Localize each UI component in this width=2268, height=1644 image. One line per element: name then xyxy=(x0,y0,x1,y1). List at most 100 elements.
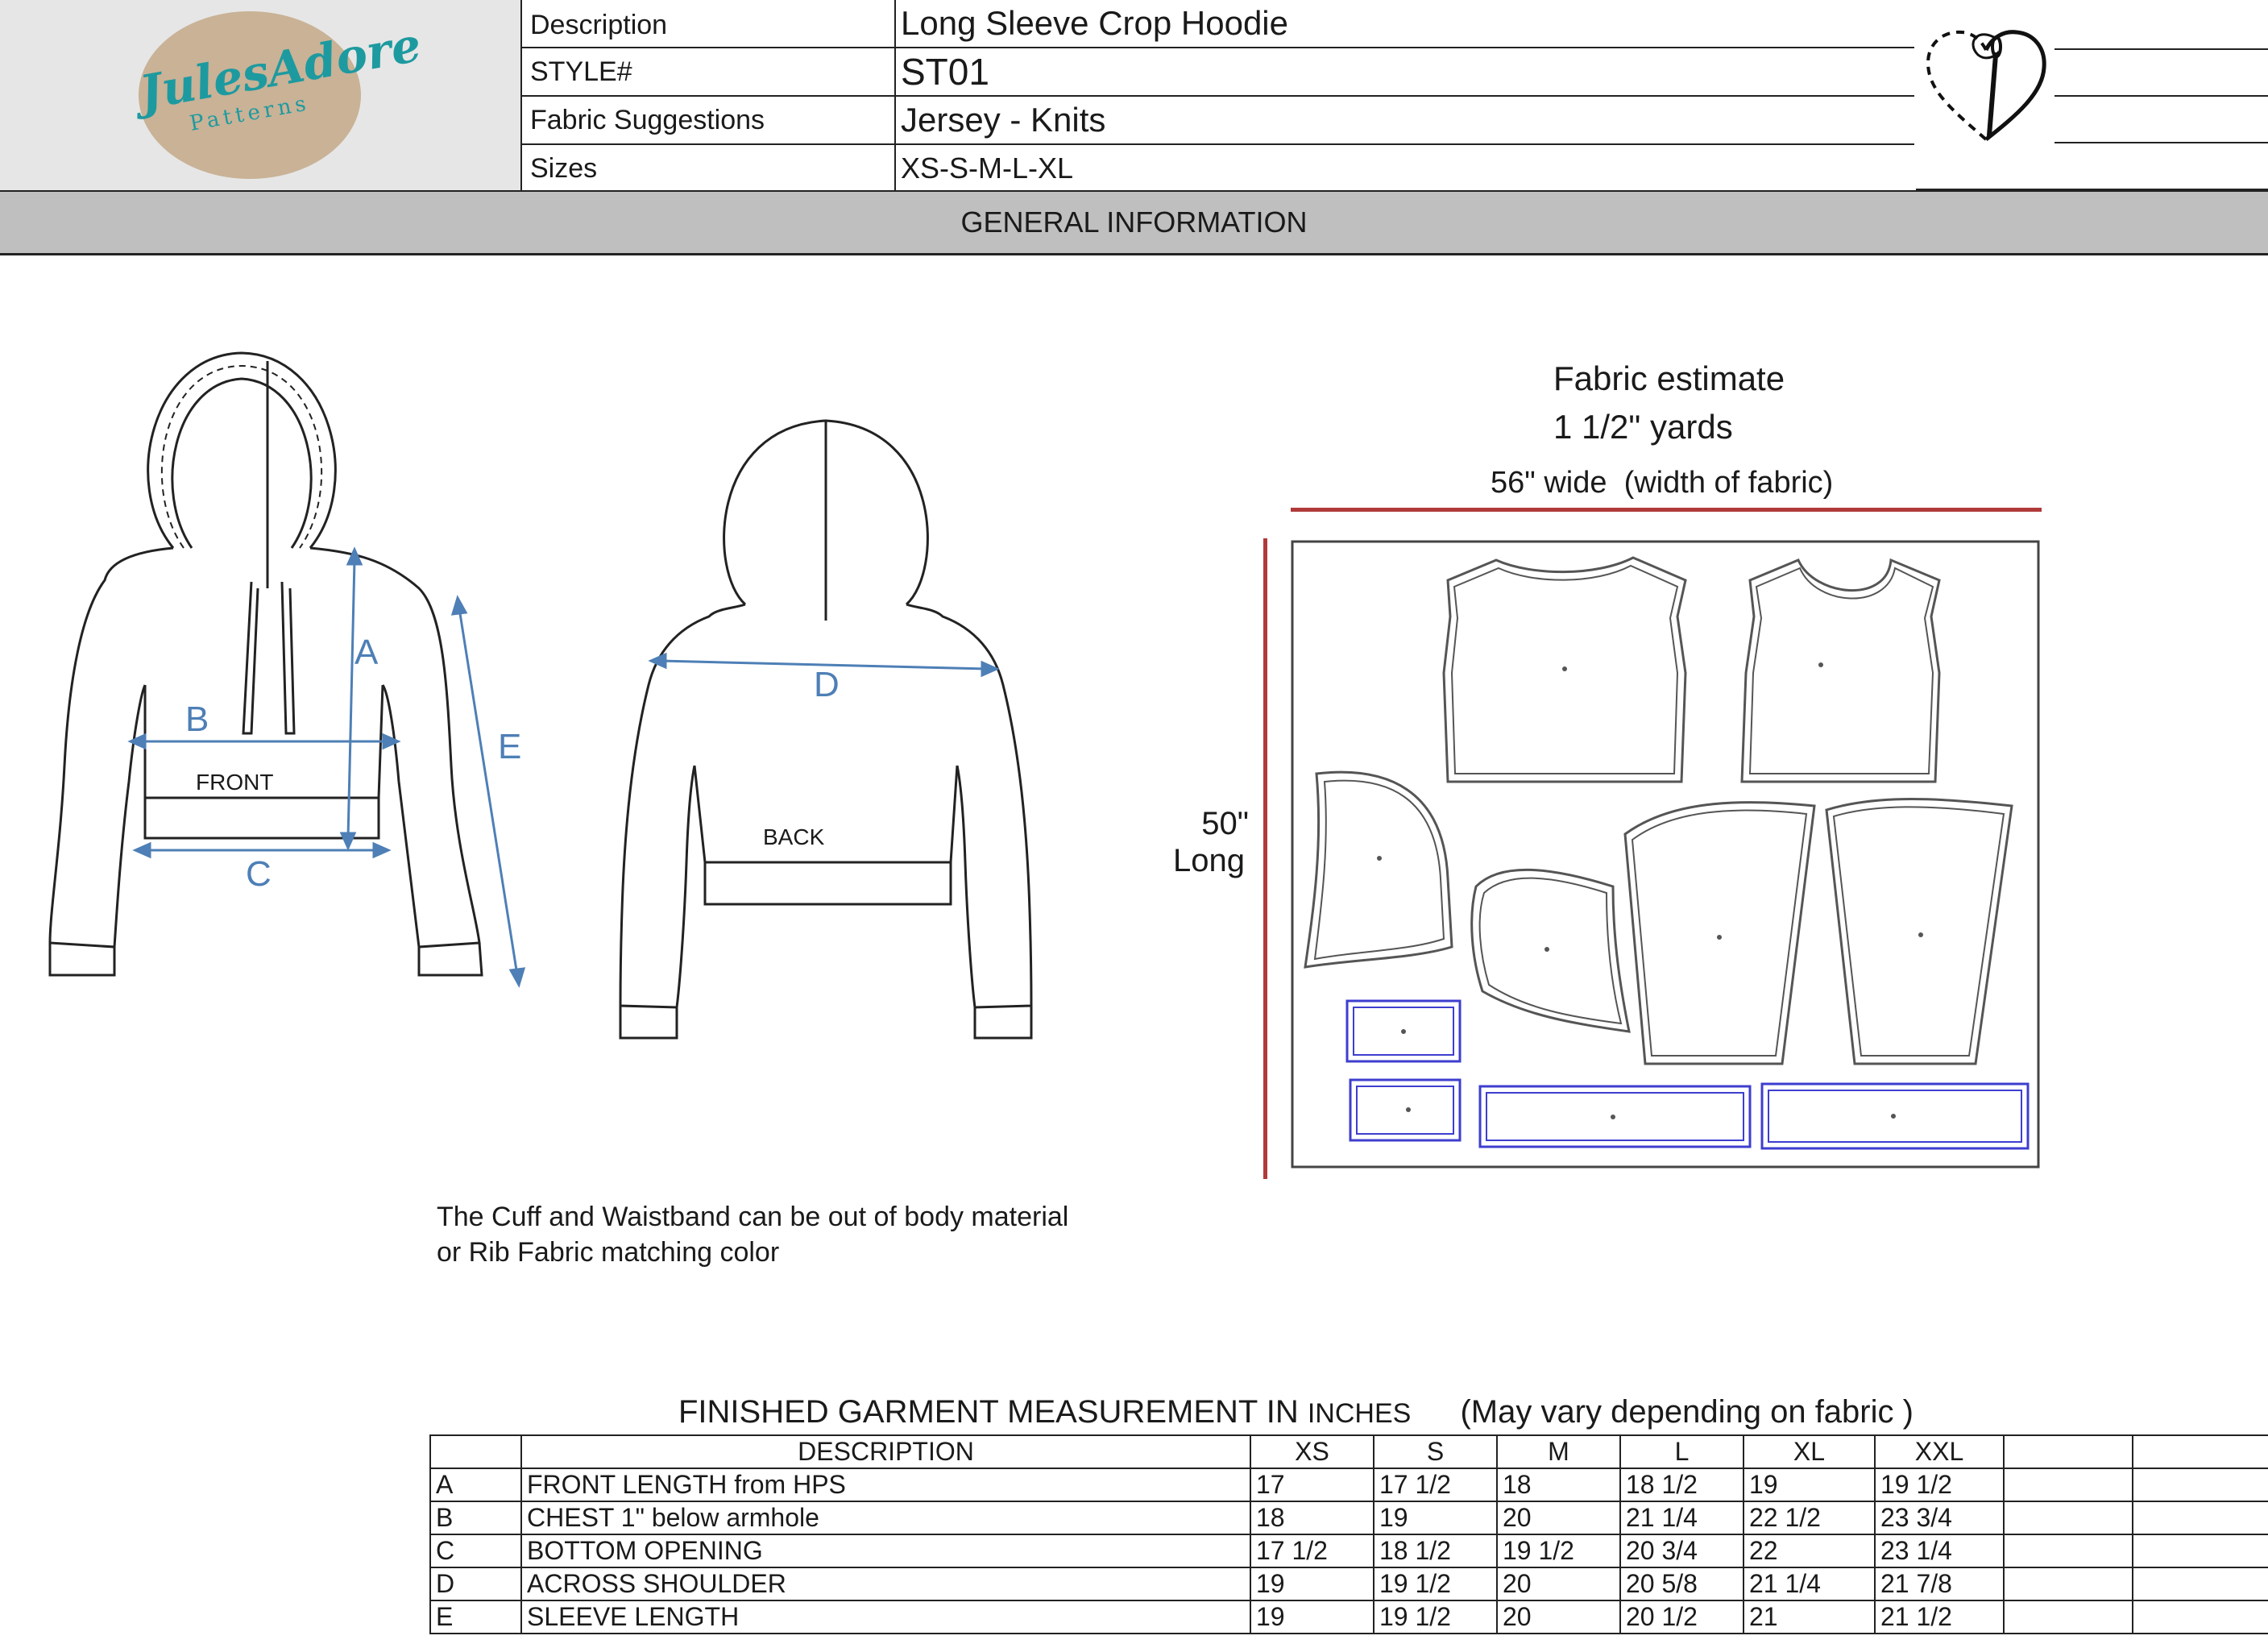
table-cell: 19 xyxy=(1373,1501,1498,1535)
table-cell: 18 1/2 xyxy=(1373,1534,1498,1568)
table-cell xyxy=(2003,1567,2133,1601)
section-title: GENERAL INFORMATION xyxy=(0,190,2268,255)
table-cell: 21 xyxy=(1743,1600,1876,1634)
table-cell: 23 3/4 xyxy=(1874,1501,2005,1535)
header-cell: L xyxy=(1619,1434,1744,1469)
table-cell: E xyxy=(429,1600,522,1634)
brand-logo: JulesAdore Patterns xyxy=(135,11,425,179)
table-cell: 20 xyxy=(1496,1501,1621,1535)
heart-needle-icon xyxy=(1926,30,2046,141)
header-cell: S xyxy=(1373,1434,1498,1469)
callout-a: A xyxy=(355,633,379,672)
table-cell: 20 xyxy=(1496,1600,1621,1634)
table-cell xyxy=(2132,1567,2268,1601)
table-cell xyxy=(2132,1534,2268,1568)
table-cell: 20 1/2 xyxy=(1619,1600,1744,1634)
fabric-width-line xyxy=(1291,508,2042,512)
fabric-length-value: 50" xyxy=(1201,806,1249,841)
fabric-suggestions-value: Jersey - Knits xyxy=(901,101,1106,139)
table-cell xyxy=(2132,1501,2268,1535)
callout-e: E xyxy=(498,727,522,766)
style-value: ST01 xyxy=(901,51,989,93)
note-line-1: The Cuff and Waistband can be out of bod… xyxy=(437,1202,1069,1232)
table-cell: 21 1/4 xyxy=(1743,1567,1876,1601)
table-cell: 19 1/2 xyxy=(1496,1534,1621,1568)
callout-d: D xyxy=(814,665,840,704)
table-cell: 19 xyxy=(1250,1600,1374,1634)
table-cell: 18 1/2 xyxy=(1619,1468,1744,1502)
fabric-length-unit: Long xyxy=(1173,843,1245,878)
description-label: Description xyxy=(530,10,668,40)
table-row: E SLEEVE LENGTH 19 19 1/2 20 20 1/2 21 2… xyxy=(429,1600,2268,1634)
table-cell: 18 xyxy=(1250,1501,1374,1535)
front-measure-arrows xyxy=(127,546,526,988)
table-cell: SLEEVE LENGTH xyxy=(520,1600,1251,1634)
note-line-2: or Rib Fabric matching color xyxy=(437,1237,780,1268)
fabric-width-label: 56" wide (width of fabric) xyxy=(1491,466,1834,500)
sizes-value: XS-S-M-L-XL xyxy=(901,152,1074,185)
table-cell xyxy=(2132,1468,2268,1502)
table-cell: 20 5/8 xyxy=(1619,1567,1744,1601)
header-cell xyxy=(2003,1434,2133,1469)
header-cell: XS xyxy=(1250,1434,1374,1469)
measurement-table-title: FINISHED GARMENT MEASUREMENT IN INCHES (… xyxy=(678,1394,1913,1430)
table-cell: 21 1/2 xyxy=(1874,1600,2005,1634)
table-cell: 19 1/2 xyxy=(1373,1600,1498,1634)
table-cell: 23 1/4 xyxy=(1874,1534,2005,1568)
table-cell: B xyxy=(429,1501,522,1535)
table-cell: 19 1/2 xyxy=(1373,1567,1498,1601)
table-cell: 19 xyxy=(1250,1567,1374,1601)
table-cell xyxy=(2003,1600,2133,1634)
sizes-label: Sizes xyxy=(530,153,598,184)
header-cell: DESCRIPTION xyxy=(520,1434,1251,1469)
table-cell: C xyxy=(429,1534,522,1568)
table-cell xyxy=(2003,1501,2133,1535)
header-cell: XXL xyxy=(1874,1434,2005,1469)
table-cell: 20 3/4 xyxy=(1619,1534,1744,1568)
table-cell: A xyxy=(429,1468,522,1502)
measurement-note: (May vary depending on fabric ) xyxy=(1460,1394,1913,1430)
front-label: FRONT xyxy=(196,770,274,795)
fabric-suggestions-label: Fabric Suggestions xyxy=(530,105,765,135)
table-cell: 17 xyxy=(1250,1468,1374,1502)
fabric-estimate-value: 1 1/2" yards xyxy=(1553,408,1733,446)
fabric-length-line xyxy=(1263,538,1267,1179)
table-row: C BOTTOM OPENING 17 1/2 18 1/2 19 1/2 20… xyxy=(429,1534,2268,1568)
table-header-row: DESCRIPTION XS S M L XL XXL xyxy=(429,1434,2268,1469)
fabric-estimate-title: Fabric estimate xyxy=(1553,359,1785,397)
table-cell: 22 1/2 xyxy=(1743,1501,1876,1535)
cutting-layout xyxy=(1291,540,2040,1169)
header-cell xyxy=(429,1434,522,1469)
table-cell: 18 xyxy=(1496,1468,1621,1502)
description-value: Long Sleeve Crop Hoodie xyxy=(901,4,1288,42)
table-cell: 22 xyxy=(1743,1534,1876,1568)
callout-c: C xyxy=(246,854,272,894)
measurement-title-text: FINISHED GARMENT MEASUREMENT IN xyxy=(678,1394,1299,1430)
table-cell: 19 1/2 xyxy=(1874,1468,2005,1502)
table-cell: FRONT LENGTH from HPS xyxy=(520,1468,1251,1502)
table-row: A FRONT LENGTH from HPS 17 17 1/2 18 18 … xyxy=(429,1468,2268,1502)
table-cell xyxy=(2132,1600,2268,1634)
table-cell: ACROSS SHOULDER xyxy=(520,1567,1251,1601)
table-cell: BOTTOM OPENING xyxy=(520,1534,1251,1568)
measurement-unit: INCHES xyxy=(1307,1398,1412,1429)
header-cell: M xyxy=(1496,1434,1621,1469)
table-cell xyxy=(2003,1468,2133,1502)
style-label: STYLE# xyxy=(530,56,632,87)
table-row: B CHEST 1" below armhole 18 19 20 21 1/4… xyxy=(429,1501,2268,1535)
table-cell: D xyxy=(429,1567,522,1601)
measurement-table: DESCRIPTION XS S M L XL XXL A FRONT LENG… xyxy=(429,1434,2268,1634)
table-cell: 21 1/4 xyxy=(1619,1501,1744,1535)
callout-b: B xyxy=(185,700,209,739)
table-cell: 17 1/2 xyxy=(1373,1468,1498,1502)
table-cell: 19 xyxy=(1743,1468,1876,1502)
table-row: D ACROSS SHOULDER 19 19 1/2 20 20 5/8 21… xyxy=(429,1567,2268,1601)
back-sketch xyxy=(619,419,1033,1040)
table-cell: CHEST 1" below armhole xyxy=(520,1501,1251,1535)
table-cell xyxy=(2003,1534,2133,1568)
table-cell: 20 xyxy=(1496,1567,1621,1601)
table-cell: 17 1/2 xyxy=(1250,1534,1374,1568)
back-label: BACK xyxy=(763,824,825,849)
table-cell: 21 7/8 xyxy=(1874,1567,2005,1601)
header-cell: XL xyxy=(1743,1434,1876,1469)
